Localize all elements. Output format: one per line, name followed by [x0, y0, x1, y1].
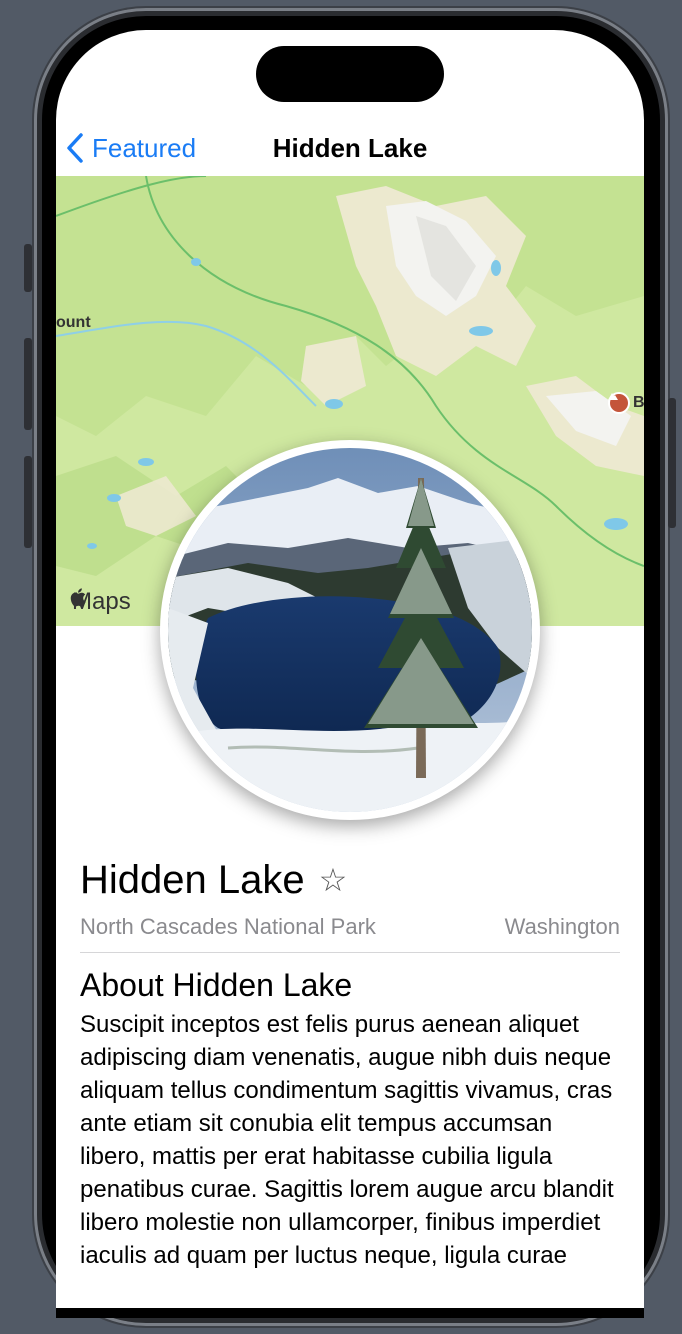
map-place-label: ount [56, 314, 91, 331]
action-button [24, 244, 32, 292]
volume-up-button [24, 338, 32, 430]
power-button [668, 398, 676, 528]
volume-down-button [24, 456, 32, 548]
maps-attribution[interactable]: Maps [70, 588, 131, 616]
park-name: North Cascades National Park [80, 914, 376, 939]
state-name: Washington [504, 914, 620, 939]
landmark-photo-frame [160, 440, 540, 820]
landmark-name: Hidden Lake [80, 857, 305, 902]
location-row: North Cascades National Park Washington [80, 914, 620, 953]
about-heading: About Hidden Lake [80, 967, 353, 1003]
star-outline-icon[interactable]: ☆ [319, 864, 348, 896]
title-row: Hidden Lake ☆ [80, 850, 620, 910]
map-poi-marker[interactable]: Bu [608, 392, 644, 414]
map-poi-label: Bu [633, 394, 644, 411]
screen: ount Bu Maps Featured Hidden Lake [56, 30, 644, 1308]
landmark-photo [168, 448, 532, 812]
description-text: Suscipit inceptos est felis purus aenean… [80, 1011, 614, 1269]
navigation-bar: Featured Hidden Lake [56, 120, 644, 176]
nav-title: Hidden Lake [272, 133, 428, 163]
dynamic-island [256, 46, 444, 102]
landmark-details: Hidden Lake ☆ North Cascades National Pa… [80, 850, 620, 1272]
mountain-icon [608, 392, 630, 414]
bottom-bezel [56, 1308, 644, 1318]
